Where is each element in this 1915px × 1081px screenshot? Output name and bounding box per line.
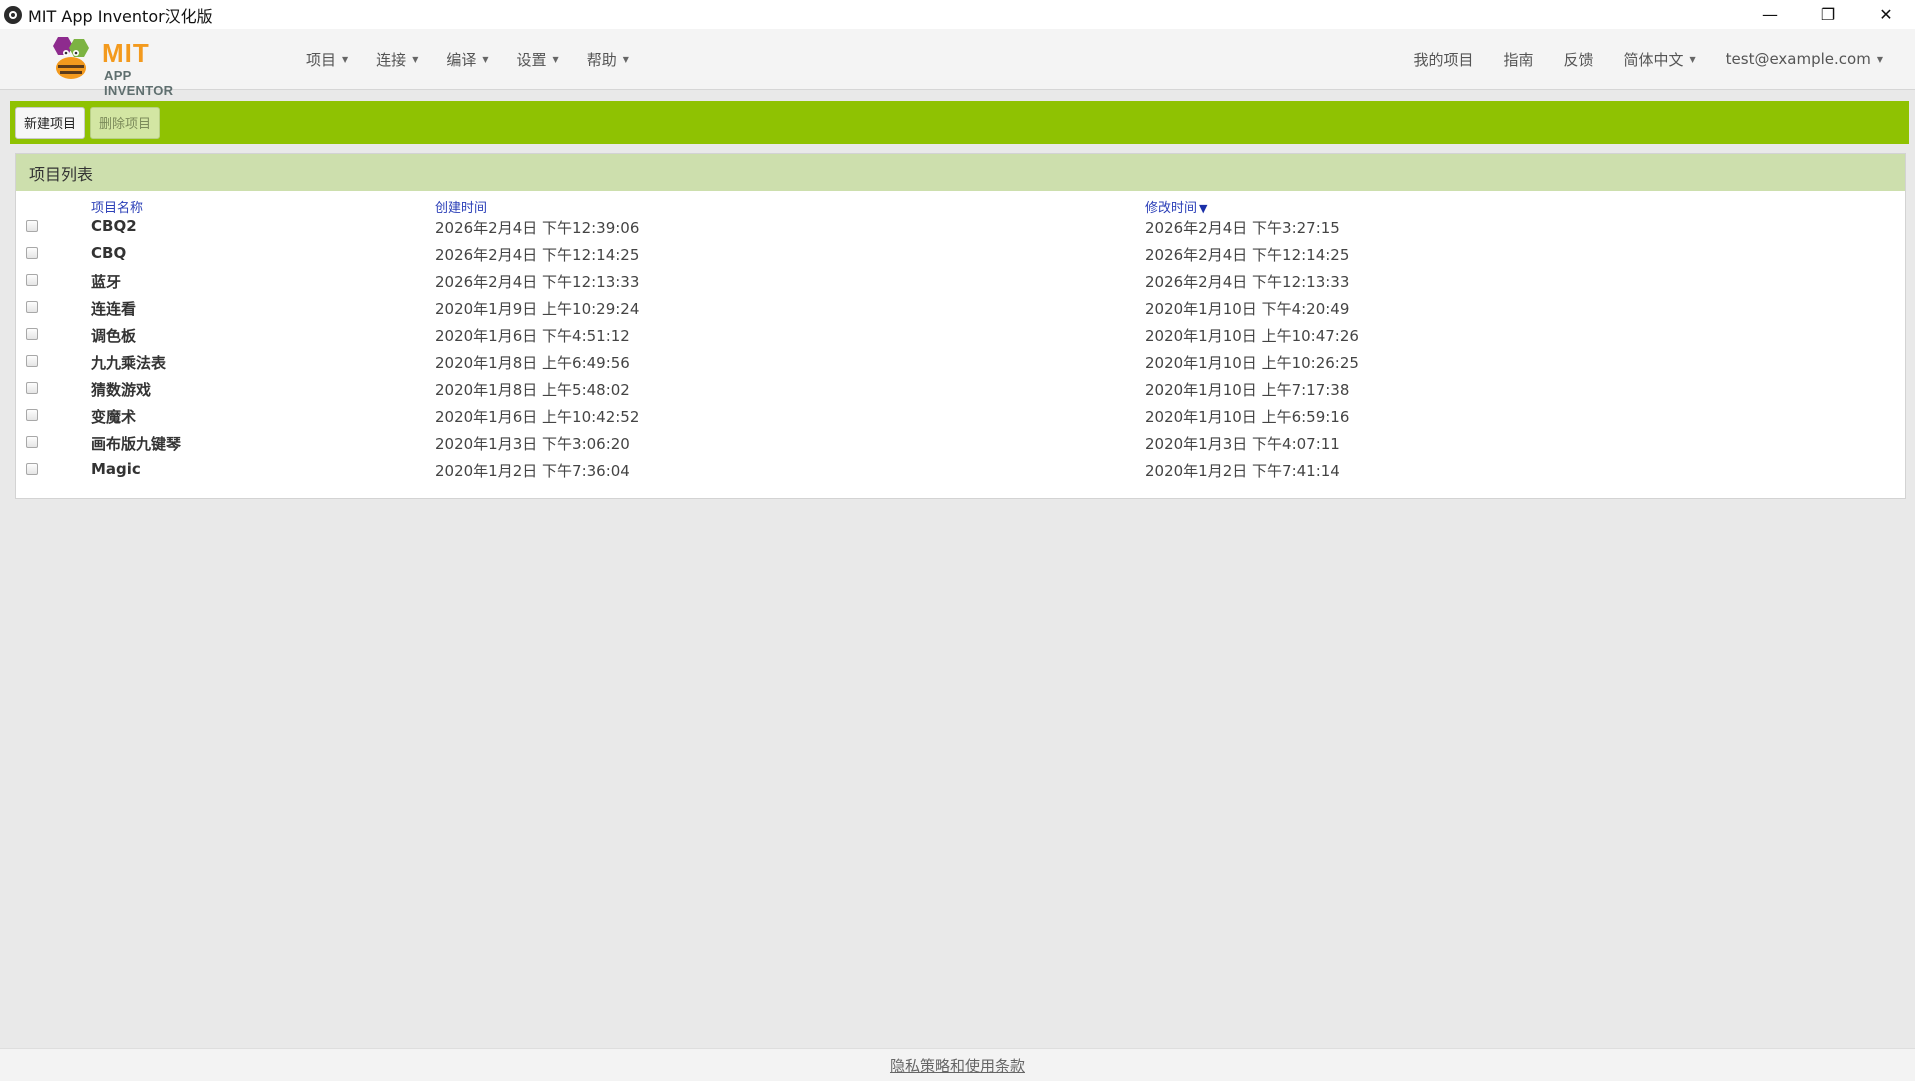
right-menu: 我的项目 指南 反馈 简体中文 ▼ test@example.com ▼ (1383, 29, 1883, 89)
row-checkbox[interactable] (26, 247, 38, 259)
language-label: 简体中文 (1623, 50, 1684, 69)
project-name[interactable]: 蓝牙 (91, 271, 121, 292)
project-name[interactable]: CBQ (91, 244, 126, 262)
modified-time: 2026年2月4日 下午12:14:25 (1145, 246, 1350, 264)
created-time: 2026年2月4日 下午12:13:33 (435, 273, 640, 291)
created-time: 2020年1月6日 上午10:42:52 (435, 408, 640, 426)
row-checkbox[interactable] (26, 463, 38, 475)
project-name[interactable]: CBQ2 (91, 217, 137, 235)
app-icon (4, 5, 22, 24)
row-checkbox[interactable] (26, 382, 38, 394)
caret-down-icon: ▼ (412, 54, 419, 64)
account-label: test@example.com (1725, 50, 1871, 68)
logo-text-main: MIT (102, 38, 150, 68)
table-row[interactable]: CBQ2 2026年2月4日 下午12:39:06 2026年2月4日 下午3:… (16, 214, 1905, 241)
row-checkbox[interactable] (26, 301, 38, 313)
restore-icon[interactable]: ❐ (1799, 0, 1857, 29)
app-header: MIT APP INVENTOR 项目 ▼ 连接 ▼ 编译 ▼ 设置 ▼ 帮助 ▼ 我的项… (0, 29, 1915, 98)
created-time: 2020年1月2日 下午7:36:04 (435, 462, 630, 480)
modified-time: 2020年1月10日 上午6:59:16 (1145, 408, 1350, 426)
table-row[interactable]: 猜数游戏 2020年1月8日 上午5:48:02 2020年1月10日 上午7:… (16, 376, 1905, 403)
menu-settings-label: 设置 (516, 50, 547, 69)
row-checkbox[interactable] (26, 409, 38, 421)
project-list-panel: 项目列表 项目名称 创建时间 修改时间 ▼ CBQ2 2026年2月4日 下午12… (15, 153, 1906, 499)
row-checkbox[interactable] (26, 220, 38, 232)
close-icon[interactable]: ✕ (1857, 0, 1915, 29)
minimize-icon[interactable]: — (1741, 0, 1799, 29)
created-time: 2026年2月4日 下午12:39:06 (435, 219, 640, 237)
table-row[interactable]: CBQ 2026年2月4日 下午12:14:25 2026年2月4日 下午12:… (16, 241, 1905, 268)
caret-down-icon: ▼ (1876, 54, 1883, 64)
caret-down-icon: ▼ (482, 54, 489, 64)
menu-build[interactable]: 编译 ▼ (446, 49, 488, 70)
menu-project-label: 项目 (306, 50, 337, 69)
row-checkbox[interactable] (26, 328, 38, 340)
menu-project[interactable]: 项目 ▼ (306, 49, 348, 70)
modified-time: 2020年1月10日 上午7:17:38 (1145, 381, 1350, 399)
created-time: 2026年2月4日 下午12:14:25 (435, 246, 640, 264)
created-time: 2020年1月6日 下午4:51:12 (435, 327, 630, 345)
project-name[interactable]: 猜数游戏 (91, 379, 151, 400)
table-row[interactable]: 九九乘法表 2020年1月8日 上午6:49:56 2020年1月10日 上午1… (16, 349, 1905, 376)
caret-down-icon: ▼ (622, 54, 629, 64)
page-footer: 隐私策略和使用条款 (0, 1048, 1915, 1081)
menu-connect[interactable]: 连接 ▼ (376, 49, 418, 70)
row-checkbox[interactable] (26, 274, 38, 286)
menu-settings[interactable]: 设置 ▼ (517, 49, 559, 70)
new-project-button[interactable]: 新建项目 (15, 106, 86, 139)
created-time: 2020年1月8日 上午6:49:56 (435, 354, 630, 372)
caret-down-icon: ▼ (342, 54, 349, 64)
window-controls: — ❐ ✕ (1741, 0, 1915, 29)
window-titlebar: MIT App Inventor汉化版 — ❐ ✕ (0, 0, 1915, 30)
table-row[interactable]: 变魔术 2020年1月6日 上午10:42:52 2020年1月10日 上午6:… (16, 403, 1905, 430)
modified-time: 2026年2月4日 下午3:27:15 (1145, 219, 1340, 237)
language-menu[interactable]: 简体中文 ▼ (1623, 49, 1695, 70)
project-name[interactable]: 连连看 (91, 298, 136, 319)
window-title: MIT App Inventor汉化版 (28, 6, 213, 26)
project-name[interactable]: 调色板 (91, 325, 136, 346)
menu-help[interactable]: 帮助 ▼ (587, 49, 629, 70)
created-time: 2020年1月9日 上午10:29:24 (435, 300, 640, 318)
account-menu[interactable]: test@example.com ▼ (1726, 50, 1883, 68)
caret-down-icon: ▼ (1689, 54, 1696, 64)
table-row[interactable]: Magic 2020年1月2日 下午7:36:04 2020年1月2日 下午7:… (16, 457, 1905, 484)
privacy-policy-link[interactable]: 隐私策略和使用条款 (890, 1055, 1025, 1076)
created-time: 2020年1月8日 上午5:48:02 (435, 381, 630, 399)
project-toolbar: 新建项目 删除项目 (10, 101, 1909, 144)
delete-project-button[interactable]: 删除项目 (90, 106, 161, 139)
table-row[interactable]: 蓝牙 2026年2月4日 下午12:13:33 2026年2月4日 下午12:1… (16, 268, 1905, 295)
project-name[interactable]: 变魔术 (91, 406, 136, 427)
caret-down-icon: ▼ (552, 54, 559, 64)
logo-text-sub: APP INVENTOR (104, 68, 174, 98)
logo-bee-icon (53, 37, 89, 79)
table-row[interactable]: 连连看 2020年1月9日 上午10:29:24 2020年1月10日 下午4:… (16, 295, 1905, 322)
feedback-link[interactable]: 反馈 (1563, 49, 1593, 70)
menu-help-label: 帮助 (586, 50, 617, 69)
menu-build-label: 编译 (446, 50, 477, 69)
app-logo[interactable]: MIT APP INVENTOR (44, 35, 204, 98)
row-checkbox[interactable] (26, 436, 38, 448)
modified-time: 2020年1月2日 下午7:41:14 (1145, 462, 1340, 480)
modified-time: 2020年1月10日 上午10:47:26 (1145, 327, 1359, 345)
modified-time: 2020年1月10日 下午4:20:49 (1145, 300, 1350, 318)
table-row[interactable]: 画布版九键琴 2020年1月3日 下午3:06:20 2020年1月3日 下午4… (16, 430, 1905, 457)
menu-connect-label: 连接 (376, 50, 407, 69)
row-checkbox[interactable] (26, 355, 38, 367)
main-menu: 项目 ▼ 连接 ▼ 编译 ▼ 设置 ▼ 帮助 ▼ (306, 29, 657, 89)
created-time: 2020年1月3日 下午3:06:20 (435, 435, 630, 453)
guide-link[interactable]: 指南 (1503, 49, 1533, 70)
project-name[interactable]: 画布版九键琴 (91, 433, 181, 454)
modified-time: 2020年1月10日 上午10:26:25 (1145, 354, 1359, 372)
modified-time: 2026年2月4日 下午12:13:33 (1145, 273, 1350, 291)
project-name[interactable]: Magic (91, 460, 141, 478)
table-row[interactable]: 调色板 2020年1月6日 下午4:51:12 2020年1月10日 上午10:… (16, 322, 1905, 349)
project-name[interactable]: 九九乘法表 (91, 352, 166, 373)
my-projects-link[interactable]: 我的项目 (1413, 49, 1473, 70)
modified-time: 2020年1月3日 下午4:07:11 (1145, 435, 1340, 453)
panel-title: 项目列表 (16, 154, 1905, 191)
